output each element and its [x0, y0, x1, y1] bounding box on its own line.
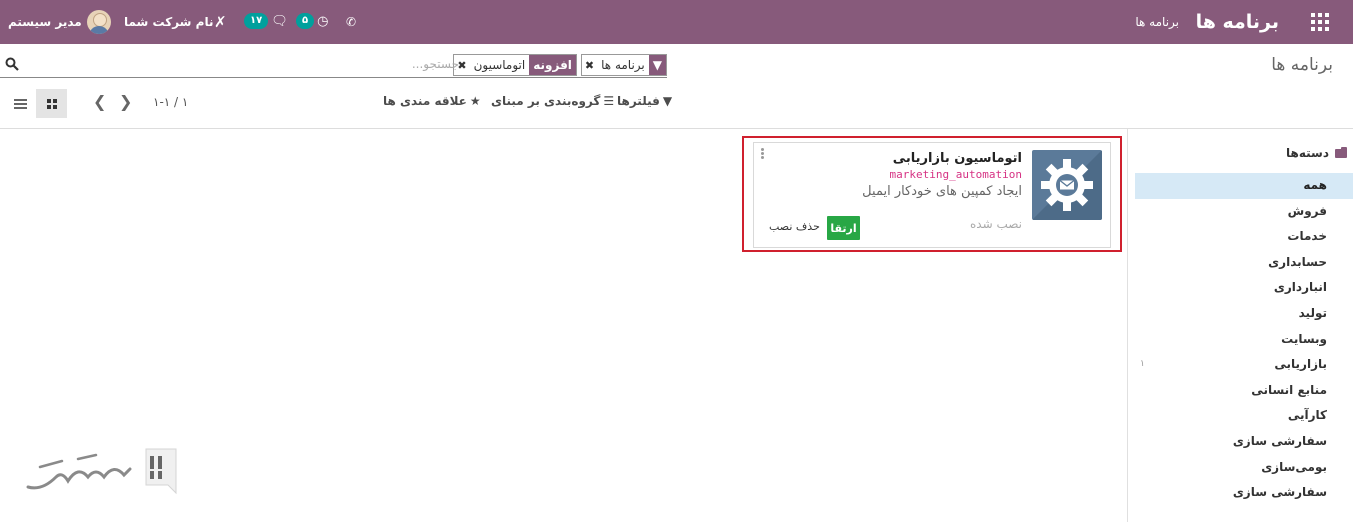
bars-icon: ☰: [603, 94, 615, 108]
facet-category: افزونه: [529, 55, 576, 75]
category-label: بازاریابی: [1274, 357, 1327, 372]
filters-label: فیلترها: [617, 94, 660, 108]
category-item[interactable]: خدمات: [1135, 224, 1353, 250]
installed-status: نصب شده: [970, 217, 1022, 231]
category-label: فروش: [1287, 203, 1327, 218]
folder-icon: [1335, 146, 1347, 158]
search-input[interactable]: [209, 55, 459, 73]
sidebar-title-label: دسته‌ها: [1286, 146, 1329, 160]
category-label: کارآیی: [1287, 408, 1327, 423]
messages-menu[interactable]: ۱۷ 🗨: [244, 12, 288, 30]
chat-icon: 🗨: [271, 13, 288, 29]
category-label: منابع انسانی: [1251, 382, 1327, 397]
search-facet-module[interactable]: افزونه اتوماسیون ✖: [453, 54, 577, 76]
category-item[interactable]: انبارداری: [1135, 275, 1353, 301]
search-icon[interactable]: [5, 57, 19, 71]
category-label: انبارداری: [1273, 280, 1327, 295]
search-bar[interactable]: ▼ برنامه ها ✖ افزونه اتوماسیون ✖: [0, 53, 667, 78]
category-label: بومی‌سازی: [1261, 459, 1327, 474]
phone-icon[interactable]: ✆: [346, 0, 356, 44]
tools-icon[interactable]: ✗: [214, 0, 227, 44]
breadcrumb: برنامه ها: [1271, 55, 1333, 75]
filters-button[interactable]: فیلترها ▼: [617, 94, 672, 108]
uninstall-button[interactable]: حذف نصب: [769, 220, 820, 233]
kanban-icon: [46, 98, 57, 109]
category-item[interactable]: همه: [1135, 173, 1353, 199]
app-brand[interactable]: برنامه ها: [1196, 0, 1279, 44]
facet-value: اتوماسیون: [473, 58, 526, 72]
module-technical-name: marketing_automation: [889, 168, 1022, 181]
sidebar-title: دسته‌ها: [1286, 146, 1347, 160]
module-summary: ایجاد کمپین های خودکار ایمیل: [862, 184, 1022, 199]
chevron-right-icon[interactable]: ❯: [119, 92, 132, 111]
filter-icon: ▼: [648, 55, 666, 75]
module-name: اتوماسیون بازاریابی: [892, 151, 1022, 166]
activities-badge: ۵: [296, 13, 315, 29]
category-item[interactable]: منابع انسانی: [1135, 378, 1353, 404]
top-navbar: برنامه ها برنامه ها ✆ ۵ ◷ ۱۷ 🗨 ✗ نام شرک…: [0, 0, 1353, 44]
category-item[interactable]: سفارشی سازی: [1135, 429, 1353, 455]
list-icon: [14, 97, 27, 111]
category-item[interactable]: حسابداری: [1135, 250, 1353, 276]
category-label: وبسایت: [1281, 331, 1327, 346]
gear-mail-icon: [1032, 150, 1102, 220]
facet-value: برنامه ها: [601, 58, 645, 72]
upgrade-button[interactable]: ارتقا: [827, 216, 860, 240]
category-item[interactable]: وبسایت: [1135, 327, 1353, 353]
category-item[interactable]: بومی‌سازی: [1135, 455, 1353, 481]
filter-icon: ▼: [662, 94, 673, 108]
category-item[interactable]: فروش: [1135, 199, 1353, 225]
module-card[interactable]: اتوماسیون بازاریابی marketing_automation…: [753, 142, 1111, 248]
category-label: خدمات: [1287, 229, 1327, 244]
messages-badge: ۱۷: [244, 13, 269, 29]
clock-icon: ◷: [317, 13, 329, 29]
user-menu[interactable]: مدیر سیستم: [8, 0, 111, 44]
category-label: تولید: [1298, 305, 1327, 320]
category-label: همه: [1303, 178, 1327, 192]
category-item[interactable]: سفارشی سازی: [1135, 480, 1353, 506]
pager-value[interactable]: ۱-۱ / ۱: [153, 95, 188, 109]
kanban-view-button[interactable]: [36, 89, 67, 118]
menu-apps[interactable]: برنامه ها: [1135, 0, 1179, 44]
card-menu-icon[interactable]: [761, 148, 764, 160]
category-label: سفارشی سازی: [1232, 433, 1327, 448]
group-by-button[interactable]: گروه‌بندی بر مبنای ☰: [491, 94, 614, 108]
company-switcher[interactable]: نام شرکت شما: [124, 0, 213, 44]
group-by-label: گروه‌بندی بر مبنای: [491, 94, 601, 108]
category-count: ۱: [1140, 359, 1145, 370]
user-name: مدیر سیستم: [8, 15, 82, 29]
remove-facet-icon[interactable]: ✖: [582, 59, 597, 72]
category-label: سفارشی سازی: [1232, 485, 1327, 500]
search-facets: ▼ برنامه ها ✖ افزونه اتوماسیون ✖: [449, 54, 667, 76]
category-list: همه فروش خدمات حسابداری انبارداری تولید …: [1135, 173, 1353, 506]
avatar: [86, 10, 111, 34]
list-view-button[interactable]: [6, 89, 35, 118]
chevron-left-icon[interactable]: ❮: [93, 92, 106, 111]
apps-grid-icon[interactable]: [1311, 13, 1329, 31]
star-icon: ★: [469, 94, 481, 108]
search-facet-apps[interactable]: ▼ برنامه ها ✖: [580, 54, 667, 76]
watermark-logo: [26, 448, 177, 495]
category-sidebar: دسته‌ها همه فروش خدمات حسابداری انباردار…: [1127, 129, 1353, 522]
category-item[interactable]: بازاریابی ۱: [1135, 352, 1353, 378]
favorites-label: علاقه مندی ها: [383, 94, 467, 108]
category-label: حسابداری: [1268, 254, 1327, 269]
category-item[interactable]: کارآیی: [1135, 403, 1353, 429]
activities-menu[interactable]: ۵ ◷: [296, 12, 328, 30]
category-item[interactable]: تولید: [1135, 301, 1353, 327]
favorites-button[interactable]: علاقه مندی ها ★: [383, 94, 481, 108]
